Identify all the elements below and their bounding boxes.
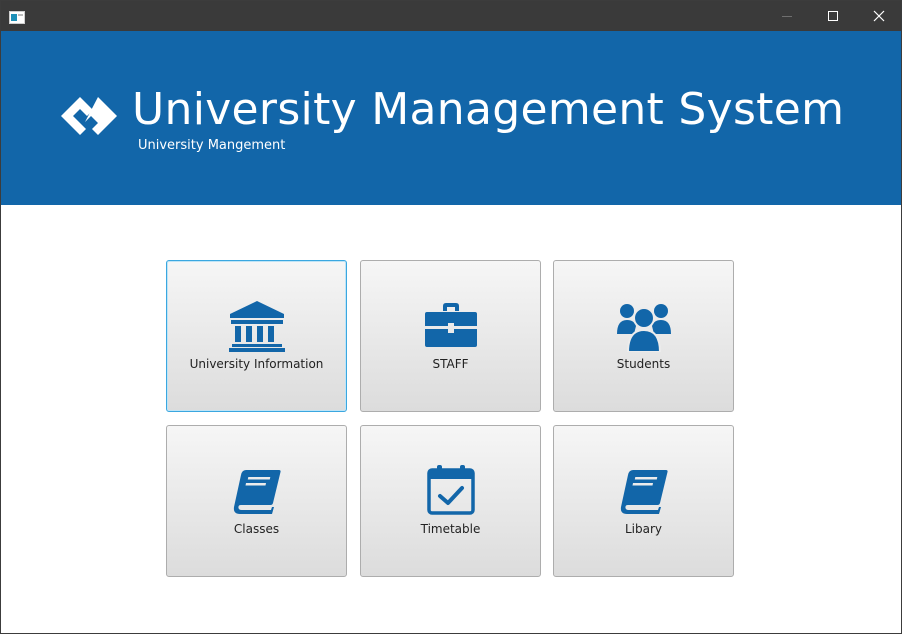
book-icon (620, 470, 668, 514)
university-information-button[interactable]: University Information (166, 260, 347, 412)
calendar-check-icon (426, 465, 475, 515)
page-subtitle: University Mangement (138, 138, 286, 153)
minimize-button[interactable] (764, 1, 810, 31)
book-icon (233, 470, 281, 514)
app-window-icon (9, 9, 25, 24)
tile-label: Classes (233, 522, 280, 536)
maximize-button[interactable] (810, 1, 856, 31)
header-banner: University Management System University … (1, 31, 901, 205)
briefcase-icon (424, 303, 477, 347)
app-window: University Management System University … (0, 0, 902, 634)
logo-icon (57, 93, 121, 143)
maximize-icon (828, 11, 838, 21)
tile-label: University Information (189, 357, 324, 371)
libary-button[interactable]: Libary (553, 425, 734, 577)
tile-label: Timetable (420, 522, 481, 536)
users-icon (616, 304, 671, 352)
classes-button[interactable]: Classes (166, 425, 347, 577)
tile-label: STAFF (432, 357, 469, 371)
bank-icon (228, 301, 285, 352)
tile-label: Students (616, 357, 671, 371)
staff-button[interactable]: STAFF (360, 260, 541, 412)
close-button[interactable] (856, 1, 901, 31)
title-bar[interactable] (1, 1, 901, 31)
page-title: University Management System (132, 84, 845, 135)
timetable-button[interactable]: Timetable (360, 425, 541, 577)
students-button[interactable]: Students (553, 260, 734, 412)
tile-label: Libary (624, 522, 663, 536)
minimize-icon (782, 16, 792, 17)
close-icon (873, 10, 885, 22)
